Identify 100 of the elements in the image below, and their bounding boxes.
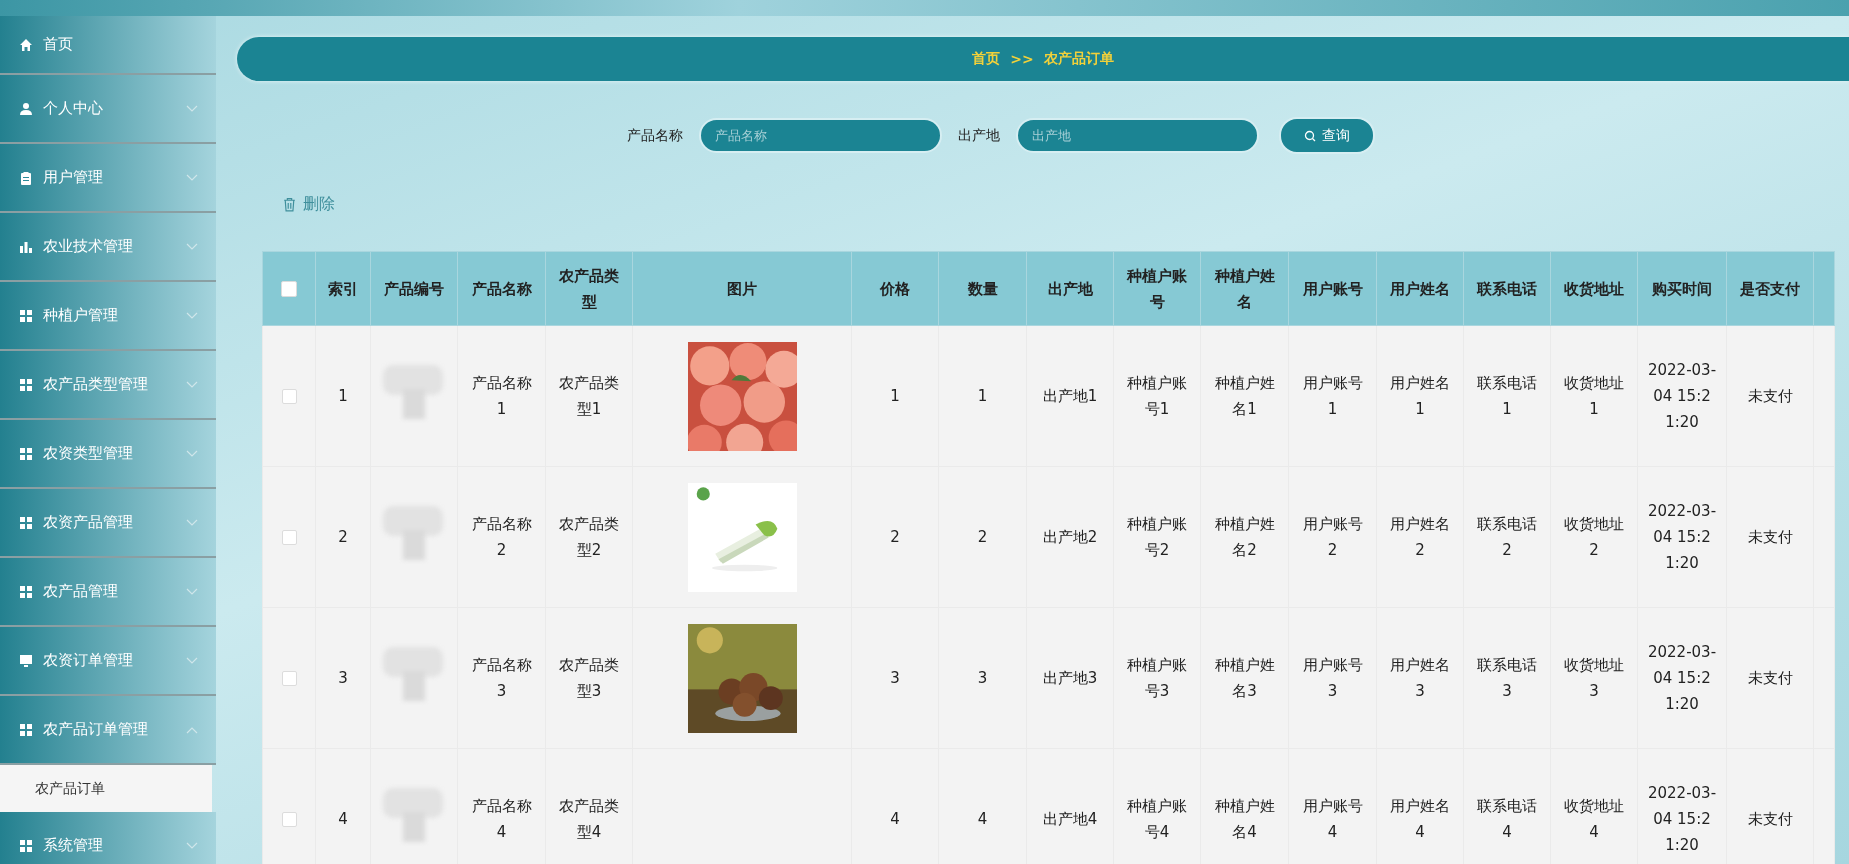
table-cell: 2 <box>315 466 371 608</box>
column-header: 种植户账号 <box>1113 251 1201 326</box>
sidebar-label: 农资类型管理 <box>43 444 134 463</box>
table-cell: 4 <box>938 748 1027 864</box>
table-cell: 产品名称2 <box>457 466 546 608</box>
table-cell: 收货地址2 <box>1550 466 1638 608</box>
chevron-icon <box>186 725 198 734</box>
row-checkbox[interactable] <box>281 530 297 545</box>
column-header: 是否支付 <box>1726 251 1814 326</box>
column-header: 产品编号 <box>370 251 458 326</box>
clipboard-icon <box>19 170 33 185</box>
field-label: 产品名称 <box>626 126 683 145</box>
sidebar-item[interactable]: 农产品类型管理 <box>0 351 216 420</box>
table-cell: 未支付 <box>1726 748 1814 864</box>
table-cell: 用户姓名1 <box>1376 325 1464 467</box>
column-header: 图片 <box>632 251 852 326</box>
sidebar-label: 农产品管理 <box>43 582 119 601</box>
sidebar-item[interactable]: 农业技术管理 <box>0 213 216 282</box>
table-cell: 4 <box>851 748 939 864</box>
grid-icon <box>19 584 33 599</box>
submenu-item[interactable]: 农产品订单 <box>0 765 212 812</box>
table-cell: 未支付 <box>1726 607 1814 749</box>
sidebar-item[interactable]: 农资产品管理 <box>0 489 216 558</box>
column-header: 索引 <box>315 251 371 326</box>
grid-icon <box>19 838 33 853</box>
sidebar-item[interactable]: 农产品订单管理 <box>0 696 216 765</box>
sidebar-item[interactable]: 农资订单管理 <box>0 627 216 696</box>
table-cell: 收货地址1 <box>1550 325 1638 467</box>
sidebar-item[interactable]: 农资类型管理 <box>0 420 216 489</box>
chevron-icon <box>186 656 198 665</box>
table-cell: 收货地址4 <box>1550 748 1638 864</box>
table-cell: 农产品类型2 <box>545 466 633 608</box>
grid-icon <box>19 308 33 323</box>
row-checkbox[interactable] <box>281 671 297 686</box>
table-cell: 产品名称1 <box>457 325 546 467</box>
column-header: 价格 <box>851 251 939 326</box>
table-cell: 出产地1 <box>1026 325 1114 467</box>
sidebar-label: 农产品类型管理 <box>43 375 149 394</box>
search-field[interactable]: 产品名称 <box>698 118 942 153</box>
table-cell: 2 <box>851 466 939 608</box>
table-cell: 3 <box>315 607 371 749</box>
sidebar-item[interactable]: 个人中心 <box>0 75 216 144</box>
table-cell: 出产地2 <box>1026 466 1114 608</box>
table-cell: 2022-03-04 15:21:20 <box>1637 466 1727 608</box>
table-cell: 联系电话1 <box>1463 325 1551 467</box>
sidebar-item[interactable]: 系统管理 <box>0 812 216 864</box>
row-checkbox[interactable] <box>281 812 297 827</box>
chevron-icon <box>186 104 198 113</box>
table-cell: 用户姓名2 <box>1376 466 1464 608</box>
table-cell: 用户账号1 <box>1288 325 1377 467</box>
table-cell: 种植户账号2 <box>1113 466 1201 608</box>
sidebar-label: 首页 <box>43 35 74 54</box>
grid-icon <box>19 515 33 530</box>
table-cell: 联系电话3 <box>1463 607 1551 749</box>
table-cell: 1 <box>851 325 939 467</box>
sidebar-item[interactable]: 首页 <box>0 16 216 75</box>
column-header: 购买时间 <box>1637 251 1727 326</box>
chevron-icon <box>186 841 198 850</box>
column-header: 产品名称 <box>457 251 546 326</box>
sidebar-item[interactable]: 农产品管理 <box>0 558 216 627</box>
column-header: 联系电话 <box>1463 251 1551 326</box>
search-button[interactable]: 查询 <box>1278 117 1375 154</box>
table-cell: 种植户账号1 <box>1113 325 1201 467</box>
table-cell: 联系电话4 <box>1463 748 1551 864</box>
table-cell: 未支付 <box>1726 466 1814 608</box>
delete-button[interactable]: 删除 <box>282 194 335 215</box>
chevron-icon <box>186 449 198 458</box>
table-cell: 出产地4 <box>1026 748 1114 864</box>
table-cell: 联系电话2 <box>1463 466 1551 608</box>
chevron-icon <box>186 242 198 251</box>
sidebar-label: 农业技术管理 <box>43 237 134 256</box>
table-cell: 用户账号2 <box>1288 466 1377 608</box>
home-icon <box>19 37 33 52</box>
sidebar-item[interactable]: 种植户管理 <box>0 282 216 351</box>
search-field[interactable]: 出产地 <box>1015 118 1259 153</box>
column-header: 农产品类型 <box>545 251 633 326</box>
column-header: 种植户姓名 <box>1200 251 1289 326</box>
column-header: 数量 <box>938 251 1027 326</box>
monitor-icon <box>19 653 33 668</box>
column-header: 收货地址 <box>1550 251 1638 326</box>
breadcrumb-item: 农产品订单 <box>1043 50 1114 68</box>
table-cell: 用户姓名3 <box>1376 607 1464 749</box>
sidebar-label: 个人中心 <box>43 99 104 118</box>
trash-icon <box>282 197 297 212</box>
table-cell: 3 <box>851 607 939 749</box>
search-icon <box>1303 129 1316 142</box>
row-checkbox[interactable] <box>281 389 297 404</box>
sidebar-item[interactable]: 用户管理 <box>0 144 216 213</box>
field-label: 出产地 <box>957 126 1000 145</box>
breadcrumb-item[interactable]: 首页 <box>972 50 1001 68</box>
grid-icon <box>19 377 33 392</box>
select-all-checkbox[interactable] <box>281 281 297 297</box>
table-cell: 出产地3 <box>1026 607 1114 749</box>
table-cell: 种植户姓名3 <box>1200 607 1289 749</box>
table-cell: 4 <box>315 748 371 864</box>
chevron-icon <box>186 587 198 596</box>
table-cell: 用户姓名4 <box>1376 748 1464 864</box>
grid-icon <box>19 446 33 461</box>
table-cell: 种植户账号4 <box>1113 748 1201 864</box>
chevron-icon <box>186 380 198 389</box>
